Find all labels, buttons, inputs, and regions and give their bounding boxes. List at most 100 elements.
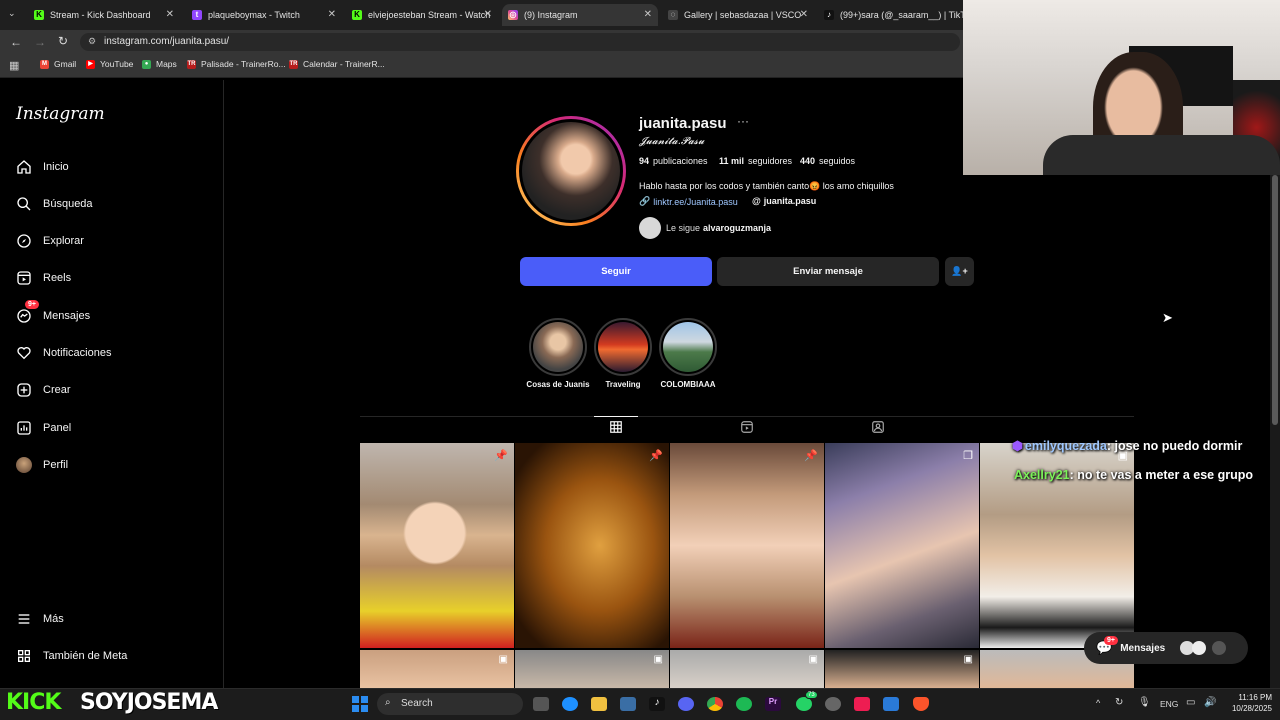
whatsapp-badge: 73 xyxy=(805,691,818,699)
maps-icon: ● xyxy=(142,59,151,69)
tiktok-icon[interactable]: ♪ xyxy=(649,697,665,711)
scrollbar-thumb[interactable] xyxy=(1272,175,1278,425)
sidebar-item-notificaciones[interactable]: Notificaciones xyxy=(16,343,111,363)
profile-username: juanita.pasu xyxy=(639,115,727,132)
spotify-icon[interactable] xyxy=(736,697,752,711)
discord-icon[interactable] xyxy=(678,697,694,711)
tab-kick-stream[interactable]: K elviejoesteban Stream - Watch ✕ xyxy=(346,4,498,26)
close-tab-icon[interactable]: ✕ xyxy=(328,9,336,20)
network-icon[interactable]: ▭ xyxy=(1186,697,1195,708)
edge-icon[interactable] xyxy=(562,697,578,711)
suggest-user-button[interactable]: 👤+ xyxy=(945,257,974,286)
profile-avatar xyxy=(519,119,623,223)
post-4[interactable]: ❐ xyxy=(825,443,979,648)
tab-reels[interactable] xyxy=(740,420,754,439)
threads-icon: @ xyxy=(752,196,761,206)
sidebar-item-panel[interactable]: Panel xyxy=(16,418,71,438)
sidebar-item-explorar[interactable]: Explorar xyxy=(16,231,84,251)
windows-start-icon[interactable] xyxy=(352,696,368,712)
close-tab-icon[interactable]: ✕ xyxy=(484,9,492,20)
apps-grid-icon[interactable]: ▦ xyxy=(9,59,19,72)
grid-icon xyxy=(610,421,622,433)
sidebar-item-inicio[interactable]: Inicio xyxy=(16,157,69,177)
chrome-icon[interactable] xyxy=(707,697,723,711)
store-icon[interactable] xyxy=(620,697,636,711)
tiktok-live-icon[interactable] xyxy=(854,697,870,711)
tab-posts[interactable] xyxy=(609,420,623,439)
tray-chevron-icon[interactable]: ^ xyxy=(1096,698,1100,708)
menu-icon xyxy=(18,614,30,624)
threads-link[interactable]: @ juanita.pasu xyxy=(752,196,816,206)
followed-by[interactable]: Le sigue alvaroguzmanja xyxy=(666,223,771,233)
follow-button[interactable]: Seguir xyxy=(520,257,712,286)
post-8[interactable]: ▣ xyxy=(670,650,824,688)
follower-avatar[interactable] xyxy=(639,217,661,239)
post-9[interactable]: ▣ xyxy=(825,650,979,688)
premiere-icon[interactable]: Pr xyxy=(765,697,781,711)
volume-icon[interactable]: 🔊 xyxy=(1204,697,1216,708)
profile-avatar-ring[interactable] xyxy=(516,116,626,226)
bookmark-youtube[interactable]: ▶ YouTube xyxy=(86,59,133,69)
language-indicator[interactable]: ENG xyxy=(1160,699,1178,709)
clock[interactable]: 11:16 PM 10/28/2025 xyxy=(1224,692,1272,714)
tab-tagged[interactable] xyxy=(871,420,885,439)
close-tab-icon[interactable]: ✕ xyxy=(800,9,808,20)
scrollbar-track[interactable] xyxy=(1270,175,1280,688)
followers-stat[interactable]: 11 mil seguidores xyxy=(719,156,792,166)
tray-sync-icon[interactable]: ↻ xyxy=(1115,697,1123,708)
close-tab-icon[interactable]: ✕ xyxy=(644,9,652,20)
bookmark-palisade[interactable]: TR Palisade - TrainerRo... xyxy=(187,59,286,69)
whatsapp-icon[interactable]: 73 xyxy=(796,691,818,711)
close-tab-icon[interactable]: ✕ xyxy=(166,9,174,20)
tab-twitch[interactable]: t plaqueboymax - Twitch ✕ xyxy=(186,4,342,26)
highlight-cosas-de-juanis[interactable]: Cosas de Juanis xyxy=(522,318,594,389)
taskbar-search[interactable]: ⌕ Search xyxy=(377,693,523,715)
reload-icon[interactable]: ↻ xyxy=(58,34,68,48)
tab-vsco[interactable]: ◌ Gallery | sebasdazaa | VSCO ✕ xyxy=(662,4,814,26)
site-info-icon[interactable]: ⚙ xyxy=(88,36,96,47)
tab-instagram[interactable]: ◎ (9) Instagram ✕ xyxy=(502,4,658,26)
tab-tiktok[interactable]: ♪ (99+)sara (@_saaram__) | TikTok xyxy=(818,4,964,26)
post-2[interactable]: 📌 xyxy=(515,443,669,648)
following-stat[interactable]: 440 seguidos xyxy=(800,156,855,166)
sidebar-item-mas[interactable]: Más xyxy=(16,609,64,629)
bookmark-maps[interactable]: ● Maps xyxy=(142,59,177,69)
home-icon xyxy=(17,160,31,174)
sidebar-item-crear[interactable]: Crear xyxy=(16,380,71,400)
post-1[interactable]: 📌 xyxy=(360,443,514,648)
sidebar-item-meta[interactable]: También de Meta xyxy=(16,646,127,666)
post-3[interactable]: 📌 xyxy=(670,443,824,648)
profile-link[interactable]: 🔗 linktr.ee/Juanita.pasu xyxy=(639,196,738,207)
send-message-button[interactable]: Enviar mensaje xyxy=(717,257,939,286)
youtube-icon: ▶ xyxy=(86,59,95,69)
instagram-logo[interactable]: Instagram xyxy=(16,104,105,124)
sidebar-item-mensajes[interactable]: Mensajes 9+ xyxy=(16,300,90,326)
bookmark-calendar[interactable]: TR Calendar - TrainerR... xyxy=(289,59,385,69)
url-bar[interactable]: ⚙ instagram.com/juanita.pasu/ xyxy=(80,33,960,51)
chat-message-1: ⬢ emilyquezada: jose no puedo dormir xyxy=(1012,439,1243,453)
obs-icon[interactable] xyxy=(825,697,841,711)
photos-icon[interactable] xyxy=(883,697,899,711)
options-icon[interactable]: ··· xyxy=(737,114,749,128)
back-icon[interactable]: ← xyxy=(10,35,22,49)
sidebar-item-perfil[interactable]: Perfil xyxy=(16,455,68,475)
trainerroad-icon: TR xyxy=(187,59,196,69)
search-icon: ⌕ xyxy=(385,697,391,708)
sidebar-item-reels[interactable]: Reels xyxy=(16,268,71,288)
tab-kick-dashboard[interactable]: K Stream - Kick Dashboard ✕ xyxy=(28,4,180,26)
sidebar-item-busqueda[interactable]: Búsqueda xyxy=(16,194,93,214)
file-explorer-icon[interactable] xyxy=(591,697,607,711)
bookmark-gmail[interactable]: M Gmail xyxy=(40,59,76,69)
tab-search-icon[interactable]: ⌄ xyxy=(8,8,16,19)
highlight-colombiaaa[interactable]: COLOMBIAAA xyxy=(652,318,724,389)
forward-icon[interactable]: → xyxy=(34,35,46,49)
post-7[interactable]: ▣ xyxy=(515,650,669,688)
reel-icon: ▣ xyxy=(653,654,663,665)
url-text: instagram.com/juanita.pasu/ xyxy=(104,36,230,47)
microphone-icon[interactable]: 🎙 xyxy=(1138,697,1151,708)
task-view-icon[interactable] xyxy=(533,697,549,711)
messages-pill[interactable]: 💬 Mensajes 9+ xyxy=(1084,632,1248,664)
kick-icon: K xyxy=(34,10,44,20)
highlight-traveling[interactable]: Traveling xyxy=(587,318,659,389)
post-6[interactable]: ▣ xyxy=(360,650,514,688)
